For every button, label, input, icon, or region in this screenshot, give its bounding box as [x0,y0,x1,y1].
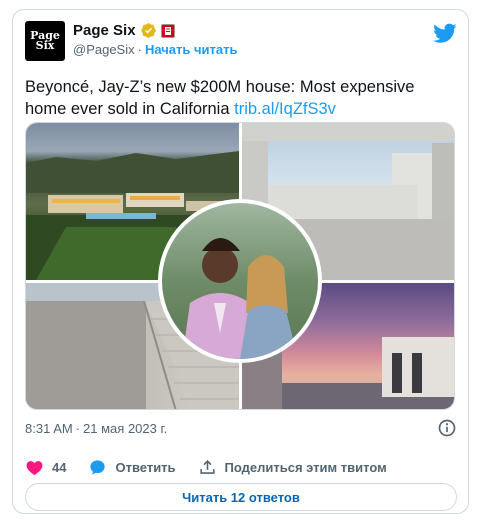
heart-icon [26,460,43,475]
meta-separator: · [75,421,81,436]
reply-label: Ответить [115,459,176,475]
name-row: Page Six [73,22,175,39]
like-count: 44 [52,459,67,475]
handle-separator: · [137,42,142,57]
account-handle[interactable]: @PageSix [73,42,135,57]
affiliate-logo-icon[interactable] [160,23,175,38]
tweet-meta: 8:31 AM · 21 мая 2023 г. [25,421,167,436]
media-grid[interactable] [25,122,455,410]
tweet-header: Page Six Page Six @PageSix · Начать читать [25,21,457,61]
read-replies-button[interactable]: Читать 12 ответов [25,483,457,511]
avatar[interactable]: Page Six [25,21,65,61]
follow-button[interactable]: Начать читать [145,42,238,57]
photo-couple-portrait[interactable] [158,199,322,363]
action-bar: 44 Ответить Поделиться этим твитом [25,455,409,479]
tweet-text: Beyoncé, Jay-Z’s new $200M house: Most e… [25,76,457,120]
tweet-card: Page Six Page Six @PageSix · Начать читать… [12,9,469,514]
verified-badge-icon [140,23,156,38]
info-icon[interactable] [437,418,457,438]
tweet-body: Beyoncé, Jay-Z’s new $200M house: Most e… [25,78,415,118]
like-button[interactable]: 44 [25,458,66,477]
tweet-time[interactable]: 8:31 AM [25,421,73,436]
avatar-text-line2: Six [35,39,55,52]
twitter-bird-icon[interactable] [433,21,457,45]
tweet-link[interactable]: trib.al/IqZfS3v [234,100,336,118]
reply-button[interactable]: Ответить [88,458,176,477]
share-button[interactable]: Поделиться этим твитом [198,458,387,477]
couple-illustration [182,238,298,359]
share-icon [199,459,215,474]
handle-row: @PageSix · Начать читать [73,42,238,57]
account-name[interactable]: Page Six [73,22,136,39]
share-label: Поделиться этим твитом [224,459,387,475]
reply-bubble-icon [90,459,106,475]
tweet-date[interactable]: 21 мая 2023 г. [83,421,167,436]
